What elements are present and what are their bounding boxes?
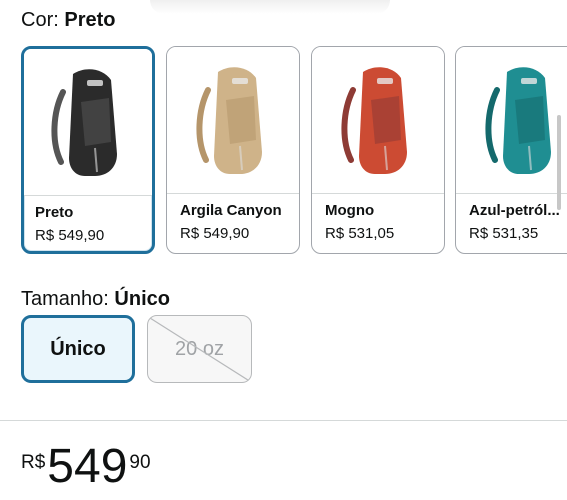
swatch-name: Mogno xyxy=(325,202,375,219)
price-currency: R$ xyxy=(21,452,46,473)
size-label-text: Tamanho: xyxy=(21,288,109,310)
price-fraction: 90 xyxy=(129,452,151,473)
swatch-price: R$ 531,35 xyxy=(469,225,539,242)
swatch-preto[interactable]: Preto R$ 549,90 xyxy=(21,46,155,254)
color-label-value: Preto xyxy=(64,9,116,31)
swatch-price: R$ 549,90 xyxy=(35,227,105,244)
color-label-text: Cor: xyxy=(21,9,59,31)
swatch-image xyxy=(24,49,152,195)
size-option-unico[interactable]: Único xyxy=(21,315,135,383)
scrollbar[interactable] xyxy=(557,115,561,210)
swatch-name: Azul-petról... xyxy=(469,202,560,219)
swatch-argila-canyon[interactable]: Argila Canyon R$ 549,90 xyxy=(166,46,300,254)
swatch-price: R$ 549,90 xyxy=(180,225,250,242)
swatch-price: R$ 531,05 xyxy=(325,225,395,242)
divider xyxy=(0,420,567,421)
swatch-azul-petroleo[interactable]: Azul-petról... R$ 531,35 xyxy=(455,46,567,254)
size-option-20oz[interactable]: 20 oz xyxy=(147,315,252,383)
color-swatch-list: Preto R$ 549,90 Argila Canyon R$ 549,90 … xyxy=(21,46,567,256)
color-label: Cor: Preto xyxy=(21,9,115,32)
swatch-mogno[interactable]: Mogno R$ 531,05 xyxy=(311,46,445,254)
product-price: R$ 549 90 xyxy=(21,438,151,496)
sling-backpack-icon xyxy=(341,67,407,174)
sling-backpack-icon xyxy=(196,67,262,174)
sling-backpack-icon xyxy=(485,67,551,174)
swatch-name: Preto xyxy=(35,204,74,221)
top-fade xyxy=(150,0,390,14)
swatch-name: Argila Canyon xyxy=(180,202,282,219)
sling-backpack-icon xyxy=(51,69,117,176)
size-label: Tamanho: Único xyxy=(21,288,170,311)
size-label-value: Único xyxy=(114,288,170,310)
swatch-image xyxy=(167,47,299,193)
swatch-image xyxy=(456,47,567,193)
swatch-image xyxy=(312,47,444,193)
unavailable-strike-icon xyxy=(149,317,251,382)
price-whole: 549 xyxy=(47,440,128,493)
